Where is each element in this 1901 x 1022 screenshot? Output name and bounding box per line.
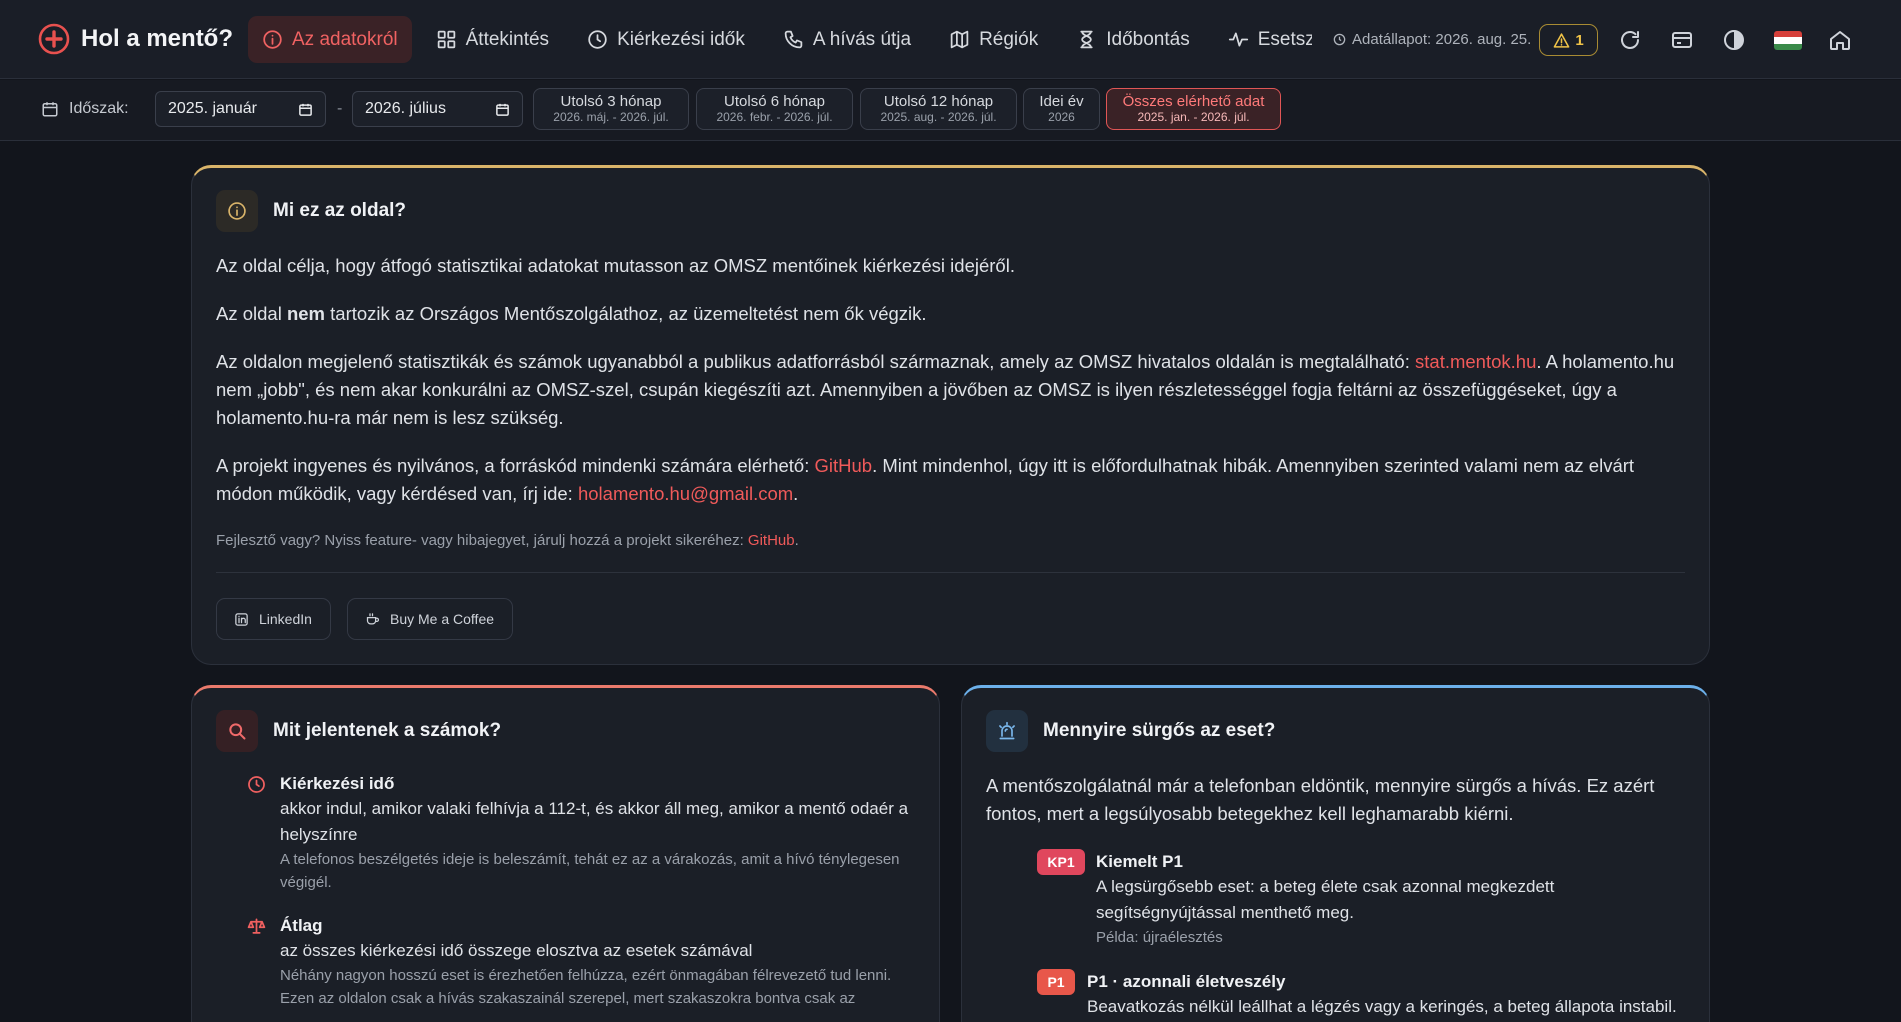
divider	[216, 572, 1685, 573]
data-status-text: Adatállapot: 2026. aug. 25.	[1352, 31, 1532, 48]
developer-note: Fejlesztő vagy? Nyiss feature- vagy hiba…	[216, 532, 799, 549]
level-badge-p1: P1	[1037, 969, 1075, 995]
linkedin-icon	[235, 612, 248, 626]
hourglass-icon	[1080, 30, 1093, 49]
preset-last-6-months[interactable]: Utolsó 6 hónap 2026. febr. - 2026. júl.	[696, 88, 853, 130]
home-icon[interactable]	[1828, 28, 1852, 52]
numbers-card-header: Mit jelentenek a számok?	[216, 710, 501, 752]
linkedin-button[interactable]: LinkedIn	[216, 598, 331, 640]
buy-me-a-coffee-button[interactable]: Buy Me a Coffee	[347, 598, 514, 640]
card-icon[interactable]	[1670, 28, 1694, 52]
search-icon	[229, 723, 246, 740]
about-paragraph-3: Az oldalon megjelenő statisztikák és szá…	[216, 351, 1675, 428]
tab-overview[interactable]: Áttekintés	[422, 16, 563, 63]
calendar-icon	[299, 103, 312, 116]
clock-icon	[588, 30, 607, 49]
tab-regions[interactable]: Régiók	[935, 16, 1052, 63]
app-title: Hol a mentő?	[81, 25, 234, 52]
tab-about[interactable]: Az adatokról	[248, 16, 412, 63]
language-flag-icon[interactable]	[1774, 31, 1802, 50]
about-card-icon-wrap	[216, 190, 258, 232]
clock-icon	[1333, 33, 1346, 46]
level-kp1: Kiemelt P1 A legsürgősebb eset: a beteg …	[1096, 852, 1555, 946]
top-bar: Hol a mentő? Az adatokról Áttekintés Kié…	[0, 0, 1901, 79]
warning-count: 1	[1575, 31, 1584, 49]
period-label: Időszak:	[41, 100, 129, 118]
urgency-card-header: Mennyire sürgős az eset?	[986, 710, 1275, 752]
calendar-icon	[42, 102, 58, 117]
term-average: Átlag az összes kiérkezési idő összege e…	[247, 914, 915, 1010]
info-icon	[263, 30, 282, 49]
warning-triangle-icon	[1553, 32, 1570, 48]
email-link[interactable]: holamento.hu@gmail.com	[578, 483, 793, 504]
numbers-card-icon-wrap	[216, 710, 258, 752]
calendar-icon	[496, 103, 509, 116]
about-card-title: Mi ez az oldal?	[273, 200, 407, 221]
siren-icon	[999, 721, 1015, 740]
numbers-card: Mit jelentenek a számok? Kiérkezési idő …	[191, 685, 940, 1022]
preset-last-12-months[interactable]: Utolsó 12 hónap 2025. aug. - 2026. júl.	[860, 88, 1017, 130]
urgency-intro: A mentőszolgálatnál már a telefonban eld…	[986, 775, 1655, 824]
data-status: Adatállapot: 2026. aug. 25.	[1333, 0, 1531, 79]
stat-mentok-link[interactable]: stat.mentok.hu	[1415, 351, 1536, 372]
grid-icon	[437, 30, 455, 49]
clock-icon	[248, 776, 265, 793]
info-icon	[228, 202, 246, 220]
tab-call-path[interactable]: A hívás útja	[769, 16, 925, 63]
app-logo[interactable]: Hol a mentő?	[38, 23, 233, 55]
preset-last-3-months[interactable]: Utolsó 3 hónap 2026. máj. - 2026. júl.	[533, 88, 689, 130]
urgency-card: Mennyire sürgős az eset? A mentőszolgála…	[961, 685, 1710, 1022]
coffee-cup-icon	[366, 612, 379, 624]
about-card-header: Mi ez az oldal?	[216, 190, 406, 232]
scale-icon	[247, 918, 266, 934]
urgency-card-icon-wrap	[986, 710, 1028, 752]
tab-arrival-times[interactable]: Kiérkezési idők	[573, 16, 759, 63]
github-link[interactable]: GitHub	[814, 455, 872, 476]
tab-time-breakdown[interactable]: Időbontás	[1062, 16, 1203, 63]
period-from-input[interactable]: 2025. január	[155, 91, 326, 127]
preset-this-year[interactable]: Idei év 2026	[1023, 88, 1100, 130]
term-arrival-time: Kiérkezési idő akkor indul, amikor valak…	[248, 772, 915, 894]
tab-case-count[interactable]: Esetszám	[1214, 16, 1312, 63]
period-separator: -	[337, 100, 343, 117]
developer-github-link[interactable]: GitHub	[748, 532, 795, 549]
about-card: Mi ez az oldal? Az oldal célja, hogy átf…	[191, 165, 1710, 665]
period-to-input[interactable]: 2026. július	[352, 91, 523, 127]
activity-icon	[1228, 32, 1248, 47]
warning-button[interactable]: 1	[1539, 24, 1598, 56]
phone-icon	[784, 30, 803, 49]
about-paragraph-4: A projekt ingyenes és nyilvános, a forrá…	[216, 455, 1635, 504]
refresh-icon[interactable]	[1618, 28, 1642, 52]
urgency-card-title: Mennyire sürgős az eset?	[1043, 720, 1276, 741]
about-paragraph-1: Az oldal célja, hogy átfogó statisztikai…	[216, 255, 1015, 276]
preset-all-data[interactable]: Összes elérhető adat 2025. jan. - 2026. …	[1106, 88, 1281, 130]
level-badge-kp1: KP1	[1037, 849, 1085, 875]
map-icon	[950, 30, 969, 49]
about-paragraph-2: Az oldal nem tartozik az Országos Mentős…	[216, 303, 927, 324]
level-p1: P1 · azonnali életveszély Beavatkozás né…	[1087, 972, 1677, 1016]
main-nav: Az adatokról Áttekintés Kiérkezési idők …	[248, 16, 1312, 63]
period-bar: Időszak: 2025. január - 2026. július Uto…	[0, 80, 1901, 141]
medical-cross-icon	[38, 23, 70, 55]
numbers-card-title: Mit jelentenek a számok?	[273, 720, 502, 741]
theme-toggle-icon[interactable]	[1722, 28, 1746, 52]
